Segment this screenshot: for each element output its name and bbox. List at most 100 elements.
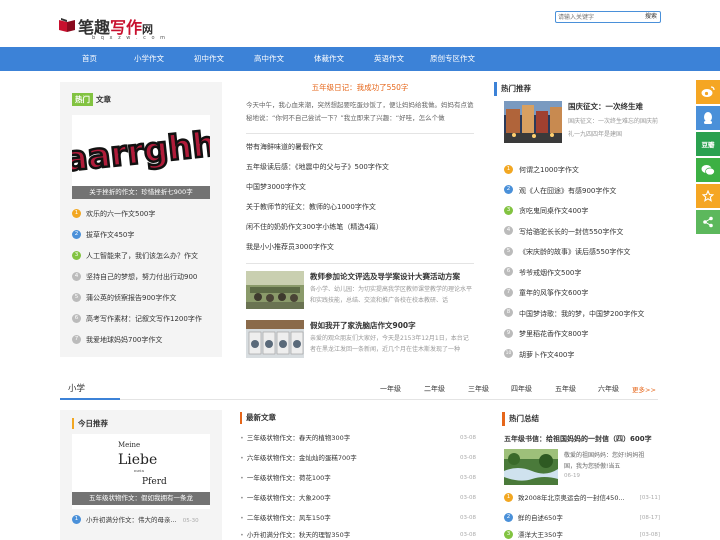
list-item[interactable]: 带有海鲜味道的暑假作文 [246, 137, 474, 157]
tab-grade-3[interactable]: 三年级 [468, 384, 489, 394]
tab-grade-5[interactable]: 五年级 [555, 384, 576, 394]
list-item[interactable]: 6 爷爷戒烟作文500字 [504, 263, 654, 284]
list-item[interactable]: 2 拔草作文450字 [72, 225, 222, 246]
list-item[interactable]: 关于教师节的征文：教师的心1000字作文 [246, 197, 474, 217]
image-article[interactable]: 假如我开了家洗脑店作文900字 亲爱的观众朋友们大家好，今天是2153年12月1… [246, 320, 474, 364]
share-wechat-button[interactable] [696, 158, 720, 182]
rank-badge: 9 [504, 328, 513, 338]
list-item[interactable]: 中国梦3000字作文 [246, 177, 474, 197]
hot-summary-thumbnail[interactable] [504, 449, 558, 485]
article-title[interactable]: 教师参加论文评选及导学案设计大赛活动方案 [310, 271, 460, 282]
list-item-title: 童年的风筝作文600字 [519, 289, 589, 297]
rank-badge: 3 [504, 529, 513, 539]
hot-articles-list: 1 欢乐的六一作文500字 2 拔草作文450字 3 人工智能来了，我们该怎么办？作文… [72, 204, 222, 351]
list-item[interactable]: • 小升初满分作文：秋天的理智350字 03-08 [240, 528, 476, 540]
list-item[interactable]: • 一年级状物作文：大象200字 03-08 [240, 488, 476, 508]
share-favorite-button[interactable] [696, 184, 720, 208]
tab-grade-4[interactable]: 四年级 [511, 384, 532, 394]
share-qq-button[interactable] [696, 106, 720, 130]
hot-summary-title[interactable]: 五年级书信：给祖国妈妈的一封信（四）600字 [504, 434, 652, 444]
hot-tag-badge: 热门 [72, 93, 93, 106]
section-title[interactable]: 小学 [68, 382, 85, 394]
share-weibo-button[interactable] [696, 80, 720, 104]
list-item-title: 六年级状物作文：金灿灿的蛋糕700字 [246, 454, 357, 462]
recommended-feature[interactable]: 国庆征文：一次终生难 国庆征文：一次终生难忘的国庆前礼一九四四年是建国 [504, 101, 658, 143]
nav-item-genre[interactable]: 体裁作文 [314, 47, 344, 71]
nav-item-english[interactable]: 英语作文 [374, 47, 404, 71]
rank-badge: 2 [72, 229, 81, 239]
hot-articles-heading: 热门 文章 [72, 93, 111, 106]
list-item-date: 03-08 [460, 475, 476, 481]
list-item[interactable]: 1 何谓之1000字作文 [504, 160, 654, 181]
image-article[interactable]: 教师参加论文评选及导学案设计大赛活动方案 各小学、幼儿园：为切实提高我学区教师课… [246, 271, 474, 315]
list-item-title: 中国梦诗歌：我的梦，中国梦200字作文 [519, 309, 645, 318]
list-item-title: 贪吃鬼同桌作文400字 [519, 207, 589, 215]
featured-articles: 五年级日记：我成功了550字 今天中午，我心血来潮，突然想起要吃蛋炒饭了，便让妈… [246, 82, 474, 362]
rank-badge: 6 [504, 267, 513, 276]
list-item[interactable]: 闲不住的奶奶作文300字小练笔（精选4篇） [246, 217, 474, 237]
list-item[interactable]: 7 我爱地球妈妈700字作文 [72, 330, 222, 351]
recommended-list: 1 何谓之1000字作文 2 观《人在囧途》有感900字作文 3 贪吃鬼同桌作文400… [504, 160, 654, 365]
list-item[interactable]: 10 胡萝卜作文400字 [504, 345, 654, 366]
nav-item-home[interactable]: 首页 [82, 47, 97, 71]
list-item[interactable]: 4 写给骆驼长长的一封信550字作文 [504, 222, 654, 243]
nav-item-junior[interactable]: 初中作文 [194, 47, 224, 71]
nav-item-primary[interactable]: 小学作文 [134, 47, 164, 71]
list-item[interactable]: 2 观《人在囧途》有感900字作文 [504, 181, 654, 202]
list-item[interactable]: 9 梦里稻花香作文800字 [504, 324, 654, 345]
list-item[interactable]: • 一年级状物作文：荷花100字 03-08 [240, 468, 476, 488]
list-item-title: 致2008年北京奥运会的一封信450... [518, 494, 625, 502]
today-feature-caption[interactable]: 五年级状物作文：假如我拥有一条龙 [72, 492, 210, 505]
list-item[interactable]: • 三年级状物作文：春天的植物300字 03-08 [240, 428, 476, 448]
list-item[interactable]: 1 欢乐的六一作文500字 [72, 204, 222, 225]
recommended-thumbnail[interactable] [504, 101, 562, 143]
list-item[interactable]: 1 小升初满分作文：伟大的母亲... 05-30 [72, 513, 222, 528]
list-item-title: 拔草作文450字 [86, 231, 135, 239]
tab-grade-1[interactable]: 一年级 [380, 384, 401, 394]
section-title-underline [60, 398, 120, 400]
list-item[interactable]: 五年级读后感：《地震中的父与子》500字作文 [246, 157, 474, 177]
share-more-button[interactable] [696, 210, 720, 234]
list-item[interactable]: 5 《宋庆龄的故事》读后感550字作文 [504, 242, 654, 263]
list-item[interactable]: 8 中国梦诗歌：我的梦，中国梦200字作文 [504, 304, 654, 325]
list-item[interactable]: 5 蒲公英的侦察报告900字作文 [72, 288, 222, 309]
rank-badge: 7 [504, 287, 513, 297]
nav-item-senior[interactable]: 高中作文 [254, 47, 284, 71]
list-item-title: 一年级状物作文：大象200字 [246, 494, 331, 502]
list-item[interactable]: 2 鲜的自述650字 [08-17] [504, 508, 660, 528]
main-nav: 首页 小学作文 初中作文 高中作文 体裁作文 英语作文 原创专区作文 [0, 47, 720, 71]
douban-icon: 豆瓣 [701, 141, 715, 149]
primary-section-header: 小学 一年级 二年级 三年级 四年级 五年级 六年级 更多>> [60, 378, 658, 400]
list-item-date: 03-08 [460, 495, 476, 501]
tab-grade-2[interactable]: 二年级 [424, 384, 445, 394]
rank-badge: 1 [504, 492, 513, 502]
tab-grade-6[interactable]: 六年级 [598, 384, 619, 394]
rank-badge: 8 [504, 308, 513, 317]
recommended-feature-title[interactable]: 国庆征文：一次终生难 [568, 101, 643, 112]
nav-item-original[interactable]: 原创专区作文 [430, 47, 475, 71]
list-item-date: 03-08 [460, 435, 476, 441]
list-item[interactable]: 3 贪吃鬼同桌作文400字 [504, 201, 654, 222]
search-input[interactable] [558, 12, 642, 22]
hot-feature-caption[interactable]: 关于挫折的作文：珍惜挫折七900字 [72, 186, 210, 199]
list-item[interactable]: 我是小小推荐员3000字作文 [246, 237, 474, 257]
more-link[interactable]: 更多>> [632, 384, 656, 394]
list-item[interactable]: 4 坚持自己的梦想，努力付出行动900 [72, 267, 222, 288]
article-thumbnail[interactable] [246, 271, 304, 309]
list-item[interactable]: 6 高考写作素材：记叙文写作1200字作 [72, 309, 222, 330]
image-text-small: mein [134, 468, 144, 473]
article-thumbnail[interactable] [246, 320, 304, 358]
list-item-title: 人工智能来了，我们该怎么办？作文 [86, 252, 198, 260]
article-title[interactable]: 假如我开了家洗脑店作文900字 [310, 320, 416, 331]
list-item[interactable]: • 六年级状物作文：金灿灿的蛋糕700字 03-08 [240, 448, 476, 468]
search-button[interactable]: 搜索 [642, 12, 659, 22]
list-item[interactable]: • 二年级状物作文：风车150字 03-08 [240, 508, 476, 528]
star-icon [702, 190, 714, 202]
list-item[interactable]: 1 致2008年北京奥运会的一封信450... [03-11] [504, 488, 660, 508]
site-logo[interactable]: 笔趣写作网 b q x z w . c o m [58, 14, 168, 46]
featured-headline[interactable]: 五年级日记：我成功了550字 [246, 82, 474, 94]
list-item[interactable]: 3 漂洋大王350字 [03-08] [504, 528, 660, 540]
list-item[interactable]: 7 童年的风筝作文600字 [504, 283, 654, 304]
share-douban-button[interactable]: 豆瓣 [696, 132, 720, 156]
list-item[interactable]: 3 人工智能来了，我们该怎么办？作文 [72, 246, 222, 267]
